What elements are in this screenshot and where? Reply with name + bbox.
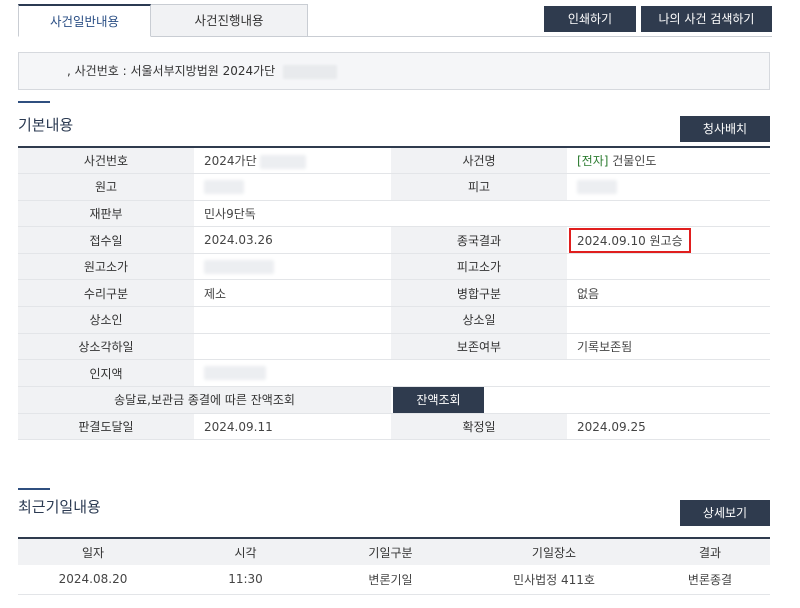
label-appeal-dismiss-date: 상소각하일 [18,333,194,361]
value-case-name: [전자] 건물인도 [567,146,770,175]
value-merge-type: 없음 [567,279,770,308]
redacted-text [204,259,274,274]
table-row: 재판부 민사9단독 [18,200,770,228]
label-merge-type: 병합구분 [391,279,567,308]
table-row: 상소인 상소일 [18,306,770,334]
recent-dates-table: 일자 시각 기일구분 기일장소 결과 2024.08.20 11:30 변론기일… [18,537,770,595]
label-stamp-amount: 인지액 [18,359,194,387]
my-case-search-button[interactable]: 나의 사건 검색하기 [641,6,772,32]
balance-inquiry-button[interactable]: 잔액조회 [393,386,484,413]
header-type: 기일구분 [323,537,458,565]
label-receipt-date: 접수일 [18,226,194,254]
value-plaintiff-amount [194,253,391,281]
cell-date: 2024.08.20 [18,565,168,595]
label-preserve: 보존여부 [391,333,567,361]
header-place: 기일장소 [458,537,650,565]
value-preserve: 기록보존됨 [567,333,770,361]
value-ruling-delivery: 2024.09.11 [194,413,391,441]
cell-type: 변론기일 [323,565,458,595]
redacted-text [260,154,307,169]
table-row: 상소각하일 보존여부 기록보존됨 [18,333,770,361]
table-row: 2024.08.20 11:30 변론기일 민사법정 411호 변론종결 [18,565,770,595]
value-fee-inquiry: 잔액조회 [391,386,770,414]
label-final-result: 종국결과 [391,226,567,254]
label-case-name: 사건명 [391,146,567,175]
table-row: 수리구분 제소 병합구분 없음 [18,279,770,308]
value-court-dept: 민사9단독 [194,200,770,228]
tab-case-general[interactable]: 사건일반내용 [18,4,151,37]
label-defendant: 피고 [391,173,567,201]
label-fee-inquiry: 송달료,보관금 종결에 따른 잔액조회 [18,386,391,414]
value-stamp-amount [194,359,770,387]
table-row: 인지액 [18,359,770,387]
label-receipt-type: 수리구분 [18,279,194,308]
label-appellant: 상소인 [18,306,194,334]
redacted-text [283,64,338,79]
value-appeal-dismiss-date [194,333,391,361]
redacted-text [204,366,266,381]
label-confirm-date: 확정일 [391,413,567,441]
final-result-highlight: 2024.09.10 원고승 [569,227,691,253]
label-court-dept: 재판부 [18,200,194,228]
table-row: 판결도달일 2024.09.11 확정일 2024.09.25 [18,413,770,441]
print-button[interactable]: 인쇄하기 [544,6,636,32]
value-appellant [194,306,391,334]
section-accent-bar [18,488,50,490]
value-confirm-date: 2024.09.25 [567,413,770,441]
redacted-text [204,180,244,195]
cell-time: 11:30 [168,565,323,595]
table-row: 접수일 2024.03.26 종국결과 2024.09.10 원고승 [18,226,770,254]
value-defendant-amount [567,253,770,281]
header-date: 일자 [18,537,168,565]
case-name-text: 건물인도 [608,154,657,169]
section-accent-bar [18,101,50,103]
value-final-result: 2024.09.10 원고승 [567,226,770,254]
table-row: 원고소가 피고소가 [18,253,770,281]
basic-info-table: 사건번호 2024가단 사건명 [전자] 건물인도 원고 피고 재판부 민사9단… [18,146,770,441]
label-ruling-delivery: 판결도달일 [18,413,194,441]
value-receipt-type: 제소 [194,279,391,308]
table-row: 송달료,보관금 종결에 따른 잔액조회 잔액조회 [18,386,770,414]
value-receipt-date: 2024.03.26 [194,226,391,254]
tab-case-progress[interactable]: 사건진행내용 [151,4,308,37]
header-result: 결과 [650,537,770,565]
redacted-text [577,180,617,195]
court-location-button[interactable]: 청사배치 [680,116,770,142]
case-number-text: 2024가단 [204,154,257,169]
detail-view-button[interactable]: 상세보기 [680,500,770,526]
value-appeal-date [567,306,770,334]
table-row: 원고 피고 [18,173,770,201]
table-header-row: 일자 시각 기일구분 기일장소 결과 [18,537,770,565]
table-row: 사건번호 2024가단 사건명 [전자] 건물인도 [18,146,770,175]
label-defendant-amount: 피고소가 [391,253,567,281]
header-time: 시각 [168,537,323,565]
recent-dates-title: 최근기일내용 [18,498,101,516]
value-plaintiff [194,173,391,201]
cell-result: 변론종결 [650,565,770,595]
case-number-notice: , 사건번호 : 서울서부지방법원 2024가단 [18,52,770,90]
case-number-notice-text: , 사건번호 : 서울서부지방법원 2024가단 [67,64,276,78]
label-appeal-date: 상소일 [391,306,567,334]
value-case-number: 2024가단 [194,146,391,175]
value-defendant [567,173,770,201]
electronic-tag: [전자] [577,154,609,169]
label-plaintiff: 원고 [18,173,194,201]
label-plaintiff-amount: 원고소가 [18,253,194,281]
cell-place: 민사법정 411호 [458,565,650,595]
label-case-number: 사건번호 [18,146,194,175]
basic-info-title: 기본내용 [18,116,74,134]
